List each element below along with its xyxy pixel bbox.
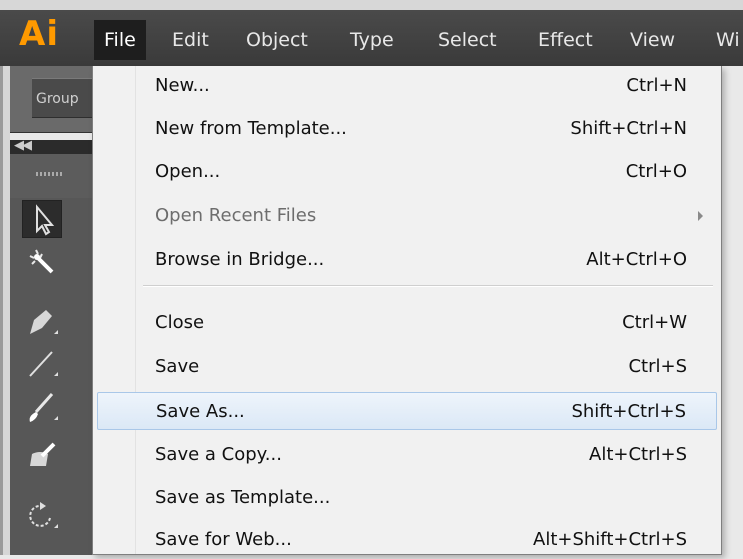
tools-panel-grip[interactable] <box>10 154 92 198</box>
selection-tool[interactable] <box>22 200 62 238</box>
menu-item-shortcut: Alt+Ctrl+S <box>589 444 687 465</box>
paintbrush-tool[interactable] <box>22 388 62 426</box>
pen-icon <box>30 310 58 334</box>
menu-object[interactable]: Object <box>236 20 318 60</box>
menu-item-browse-in-bridge[interactable]: Browse in Bridge... Alt+Ctrl+O <box>97 241 717 279</box>
grip-dots-icon <box>36 172 64 176</box>
menu-item-label: Close <box>155 312 205 333</box>
menu-select[interactable]: Select <box>428 20 507 60</box>
pen-tool[interactable] <box>22 302 62 340</box>
menu-item-new-from-template[interactable]: New from Template... Shift+Ctrl+N <box>97 110 717 148</box>
window-top-edge <box>0 0 743 10</box>
blob-brush-tool[interactable] <box>22 436 62 474</box>
selection-icon <box>36 204 55 236</box>
menu-bar: Ai File Edit Object Type Select Effect V… <box>0 10 743 66</box>
menu-item-label: Save As... <box>156 401 245 422</box>
menu-item-save-a-copy[interactable]: Save a Copy... Alt+Ctrl+S <box>97 436 717 474</box>
menu-item-label: Browse in Bridge... <box>155 249 325 270</box>
left-frame <box>0 66 3 555</box>
magic-wand-icon <box>29 249 54 274</box>
menu-item-shortcut: Alt+Shift+Ctrl+S <box>533 529 687 550</box>
menu-item-open-recent-files[interactable]: Open Recent Files <box>97 197 717 235</box>
tools-panel <box>10 198 92 555</box>
menu-item-shortcut: Ctrl+N <box>626 75 687 96</box>
menu-item-label: New from Template... <box>155 118 347 139</box>
rotate-icon <box>29 502 58 528</box>
menu-separator <box>143 285 713 287</box>
line-segment-tool[interactable] <box>22 344 62 382</box>
tools-panel-header: ◀◀ <box>10 138 92 154</box>
menu-item-label: Save <box>155 356 200 377</box>
file-menu-dropdown: New... Ctrl+N New from Template... Shift… <box>92 66 722 555</box>
menu-item-label: Save a Copy... <box>155 444 282 465</box>
menu-item-shortcut: Ctrl+W <box>622 312 687 333</box>
menu-item-label: Save as Template... <box>155 487 331 508</box>
menu-item-save-as-template[interactable]: Save as Template... <box>97 479 717 517</box>
submenu-arrow-icon <box>698 211 703 221</box>
menu-item-shortcut: Alt+Ctrl+O <box>586 249 687 270</box>
line-segment-icon <box>29 351 58 377</box>
menu-file[interactable]: File <box>94 20 146 60</box>
menu-item-shortcut: Ctrl+S <box>628 356 687 377</box>
menu-item-shortcut: Ctrl+O <box>625 161 687 182</box>
control-bar: Group <box>0 66 92 133</box>
menu-item-label: Open Recent Files <box>155 205 317 226</box>
menu-window[interactable]: Wi <box>706 20 743 60</box>
menu-item-save[interactable]: Save Ctrl+S <box>97 348 717 386</box>
menu-item-label: Save for Web... <box>155 529 292 550</box>
menu-item-label: New... <box>155 75 210 96</box>
collapse-panel-icon[interactable]: ◀◀ <box>14 138 32 153</box>
menu-item-new[interactable]: New... Ctrl+N <box>97 67 717 105</box>
paintbrush-icon <box>29 393 58 422</box>
menu-view[interactable]: View <box>620 20 685 60</box>
app-logo: Ai <box>19 14 59 54</box>
menu-type[interactable]: Type <box>340 20 404 60</box>
menu-item-save-as[interactable]: Save As... Shift+Ctrl+S <box>97 392 717 430</box>
menu-item-close[interactable]: Close Ctrl+W <box>97 304 717 342</box>
rotate-tool[interactable] <box>22 496 62 534</box>
menu-item-shortcut: Shift+Ctrl+N <box>570 118 687 139</box>
menu-item-open[interactable]: Open... Ctrl+O <box>97 153 717 191</box>
menu-item-label: Open... <box>155 161 221 182</box>
menu-item-save-for-web[interactable]: Save for Web... Alt+Shift+Ctrl+S <box>97 521 717 559</box>
selection-type-label: Group <box>32 78 92 118</box>
blob-brush-icon <box>30 442 56 466</box>
menu-effect[interactable]: Effect <box>528 20 603 60</box>
menu-edit[interactable]: Edit <box>162 20 219 60</box>
magic-wand-tool[interactable] <box>22 242 62 280</box>
menu-item-shortcut: Shift+Ctrl+S <box>571 401 686 422</box>
